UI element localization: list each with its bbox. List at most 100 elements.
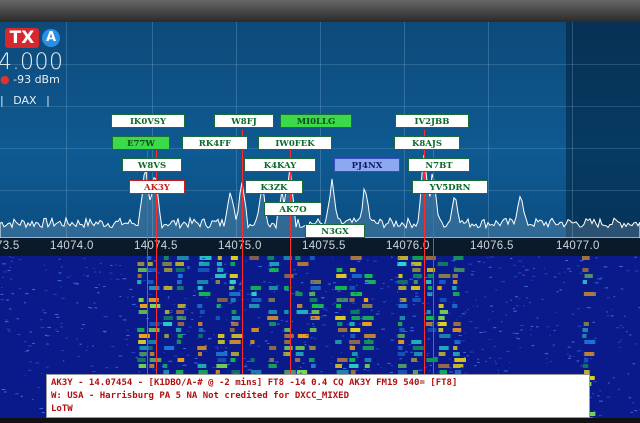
spot-callsign: E77W xyxy=(127,139,155,149)
spot-label[interactable]: E77W xyxy=(112,136,170,150)
waterfall-noise xyxy=(366,259,369,261)
spot-label[interactable]: YV5DRN xyxy=(412,180,488,194)
waterfall-noise xyxy=(87,346,89,348)
waterfall-noise xyxy=(482,262,485,264)
spot-label[interactable]: W8VS xyxy=(122,158,182,172)
spot-label[interactable]: RK4FF xyxy=(182,136,248,150)
waterfall-noise xyxy=(1,286,3,288)
waterfall-noise xyxy=(357,260,361,262)
tx-button[interactable]: TX xyxy=(5,28,39,48)
waterfall-noise xyxy=(452,302,455,304)
waterfall-noise xyxy=(395,281,399,283)
waterfall-noise xyxy=(428,370,431,372)
waterfall-noise xyxy=(2,263,7,265)
waterfall-signal xyxy=(398,340,405,344)
waterfall-noise xyxy=(576,350,580,352)
waterfall-noise xyxy=(54,314,59,316)
waterfall-noise xyxy=(364,281,369,283)
waterfall-signal xyxy=(197,286,203,290)
waterfall-noise xyxy=(477,261,481,263)
waterfall-noise xyxy=(263,281,266,283)
waterfall-signal xyxy=(249,304,260,308)
divider: | xyxy=(46,94,50,107)
waterfall-signal xyxy=(311,364,316,368)
spot-label[interactable]: K8AJS xyxy=(394,136,460,150)
waterfall-noise xyxy=(173,303,175,305)
waterfall-noise xyxy=(110,278,112,280)
waterfall-noise xyxy=(119,265,122,267)
waterfall-noise xyxy=(492,311,494,313)
waterfall-noise xyxy=(284,353,286,355)
waterfall-noise xyxy=(39,408,44,410)
waterfall-noise xyxy=(97,292,100,294)
waterfall-noise xyxy=(405,351,408,353)
spot-label[interactable]: PJ4NX xyxy=(334,158,400,172)
spot-callsign: W8VS xyxy=(137,161,167,171)
waterfall-signal xyxy=(148,298,159,302)
waterfall-signal xyxy=(411,358,417,362)
waterfall-signal xyxy=(164,268,173,272)
waterfall-noise xyxy=(247,299,249,301)
waterfall-noise xyxy=(303,341,307,343)
waterfall-signal xyxy=(364,340,374,344)
waterfall-noise xyxy=(375,313,380,315)
frequency-display[interactable]: 4.000 xyxy=(0,50,63,75)
spot-label[interactable]: AK3Y xyxy=(129,180,185,194)
waterfall-noise xyxy=(356,308,360,310)
spot-label[interactable]: IV2JBB xyxy=(395,114,469,128)
waterfall-noise xyxy=(631,402,635,404)
spot-label[interactable]: MI0LLG xyxy=(280,114,352,128)
waterfall-noise xyxy=(383,282,385,284)
waterfall-signal xyxy=(364,274,373,278)
waterfall-noise xyxy=(436,323,440,325)
waterfall-noise xyxy=(227,364,231,366)
antenna-a-icon[interactable]: A xyxy=(42,29,60,47)
waterfall-noise xyxy=(593,337,597,339)
spot-label[interactable]: N3GX xyxy=(305,224,365,238)
waterfall-noise xyxy=(26,349,30,351)
waterfall-signal xyxy=(437,262,449,266)
waterfall-signal xyxy=(137,262,145,266)
waterfall-noise xyxy=(11,293,14,295)
waterfall-noise xyxy=(219,306,223,308)
waterfall-noise xyxy=(556,291,559,293)
waterfall-noise xyxy=(409,278,414,280)
waterfall-noise xyxy=(167,297,170,299)
waterfall-signal xyxy=(267,316,279,320)
dax-button[interactable]: DAX xyxy=(13,94,36,107)
spot-label[interactable]: W8FJ xyxy=(214,114,274,128)
waterfall-noise xyxy=(340,352,343,354)
waterfall-noise xyxy=(475,299,477,301)
waterfall-noise xyxy=(58,272,62,274)
spot-label[interactable]: IW0FEK xyxy=(258,136,332,150)
waterfall-noise xyxy=(8,308,12,310)
waterfall-signal xyxy=(413,280,418,284)
waterfall-signal xyxy=(137,328,145,332)
waterfall-signal xyxy=(582,280,587,284)
spot-label[interactable]: K4KAY xyxy=(244,158,316,172)
waterfall-noise xyxy=(322,324,326,326)
waterfall-noise xyxy=(503,370,508,372)
spot-label[interactable]: IK0VSY xyxy=(111,114,185,128)
waterfall-noise xyxy=(93,271,97,273)
waterfall-noise xyxy=(484,296,487,298)
waterfall-signal xyxy=(452,328,462,332)
spot-label[interactable]: AK7O xyxy=(264,202,322,216)
waterfall-noise xyxy=(177,283,181,285)
waterfall-signal xyxy=(249,256,259,260)
waterfall-noise xyxy=(606,297,610,299)
waterfall-noise xyxy=(576,265,580,267)
waterfall-signal xyxy=(197,364,207,368)
waterfall-noise xyxy=(439,259,441,261)
waterfall-noise xyxy=(396,262,399,264)
waterfall-signal xyxy=(362,316,374,320)
waterfall-noise xyxy=(126,335,130,337)
waterfall-signal xyxy=(177,322,185,326)
waterfall-signal xyxy=(584,340,596,344)
waterfall-noise xyxy=(417,360,419,362)
waterfall-noise xyxy=(412,315,417,317)
waterfall-noise xyxy=(243,366,248,368)
spot-info-tooltip: AK3Y - 14.07454 - [K1DBO/A-# @ -2 mins] … xyxy=(46,374,590,418)
spot-label[interactable]: K3ZK xyxy=(245,180,303,194)
spot-label[interactable]: N7BT xyxy=(408,158,470,172)
